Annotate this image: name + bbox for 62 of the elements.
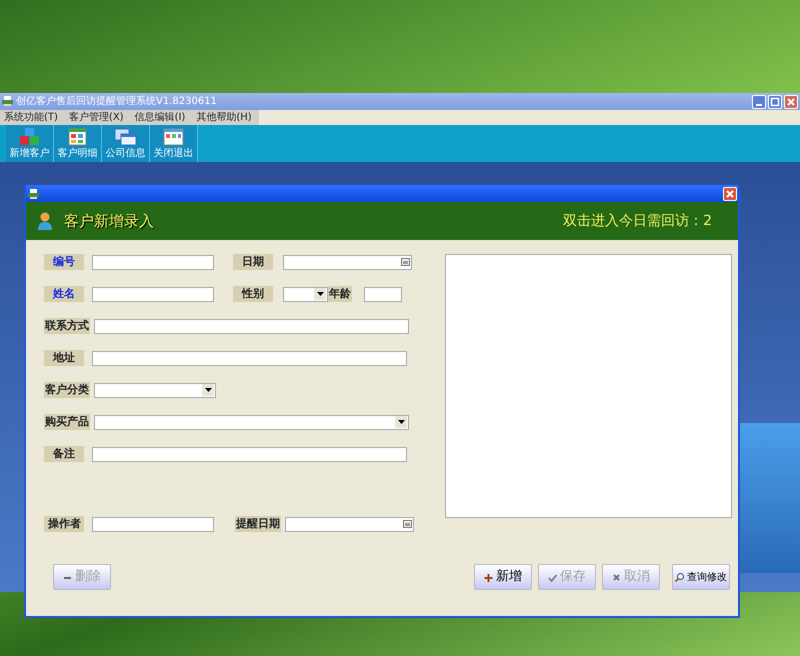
- toolbar-button[interactable]: 新增客户: [6, 125, 54, 162]
- field-label: 年龄: [328, 286, 352, 302]
- form-button[interactable]: 查询修改: [672, 564, 730, 590]
- minus-icon: [64, 576, 71, 578]
- reminder-link[interactable]: 双击进入今日需回访：2: [563, 210, 712, 232]
- calendar-icon: [401, 258, 410, 266]
- maximize-button[interactable]: [768, 94, 782, 108]
- form-button[interactable]: 新增: [474, 564, 532, 590]
- field-label: 购买产品: [44, 414, 90, 430]
- dropdown-arrow-icon: [398, 420, 404, 424]
- dropdown-field[interactable]: [283, 286, 328, 302]
- app-icon: [28, 189, 39, 200]
- dropdown-arrow-icon: [316, 292, 324, 296]
- menu-item[interactable]: 系统功能(T): [0, 110, 65, 125]
- input-field[interactable]: [92, 254, 214, 270]
- field-label: 地址: [44, 350, 84, 366]
- windows-icon: [114, 128, 136, 146]
- field-label: 姓名: [44, 286, 84, 302]
- search-icon: [675, 572, 684, 582]
- maximize-icon: [770, 97, 780, 106]
- plus-icon: [484, 574, 492, 582]
- header-title: 客户新增录入: [64, 210, 155, 232]
- input-field[interactable]: [92, 516, 214, 532]
- date-field[interactable]: [285, 516, 414, 532]
- app-icon: [2, 96, 13, 106]
- cubes-icon: [20, 128, 39, 145]
- dropdown-field[interactable]: [94, 414, 409, 430]
- menu-item[interactable]: 信息编辑(I): [130, 110, 192, 125]
- dropdown-field[interactable]: [94, 382, 216, 398]
- minimize-button[interactable]: [752, 94, 766, 108]
- input-field[interactable]: [364, 286, 402, 302]
- field-label: 日期: [233, 254, 273, 270]
- menu-item[interactable]: 其他帮助(H): [192, 110, 259, 125]
- calendar-icon: [403, 520, 412, 528]
- date-field[interactable]: [283, 254, 412, 270]
- input-field[interactable]: [92, 286, 214, 302]
- close-button[interactable]: [784, 94, 798, 108]
- grid-icon: [68, 128, 86, 146]
- menu-item[interactable]: 客户管理(X): [64, 110, 131, 125]
- toolbar-button[interactable]: 公司信息: [102, 125, 150, 162]
- panel-icon: [164, 128, 184, 146]
- user-icon: [38, 212, 52, 230]
- check-icon: [548, 574, 557, 582]
- input-field[interactable]: [92, 350, 407, 366]
- field-label: 客户分类: [44, 382, 90, 398]
- field-label: 编号: [44, 254, 84, 270]
- field-label: 操作者: [44, 516, 84, 532]
- input-field[interactable]: [94, 318, 409, 334]
- close-button[interactable]: [723, 186, 737, 200]
- field-label: 性别: [233, 286, 273, 302]
- close-icon: [726, 190, 734, 198]
- window-title: 创亿客户售后回访提醒管理系统V1.8230611: [16, 94, 218, 109]
- close-icon: [787, 98, 795, 106]
- toolbar-button[interactable]: 客户明细: [54, 125, 102, 162]
- field-label: 提醒日期: [235, 516, 282, 532]
- dropdown-arrow-icon: [204, 388, 212, 392]
- field-label: 备注: [44, 446, 84, 462]
- minimize-icon: [756, 104, 762, 106]
- field-label: 联系方式: [44, 318, 90, 334]
- toolbar-button[interactable]: 关闭退出: [150, 125, 198, 162]
- cross-icon: [613, 574, 620, 580]
- input-field[interactable]: [92, 446, 407, 462]
